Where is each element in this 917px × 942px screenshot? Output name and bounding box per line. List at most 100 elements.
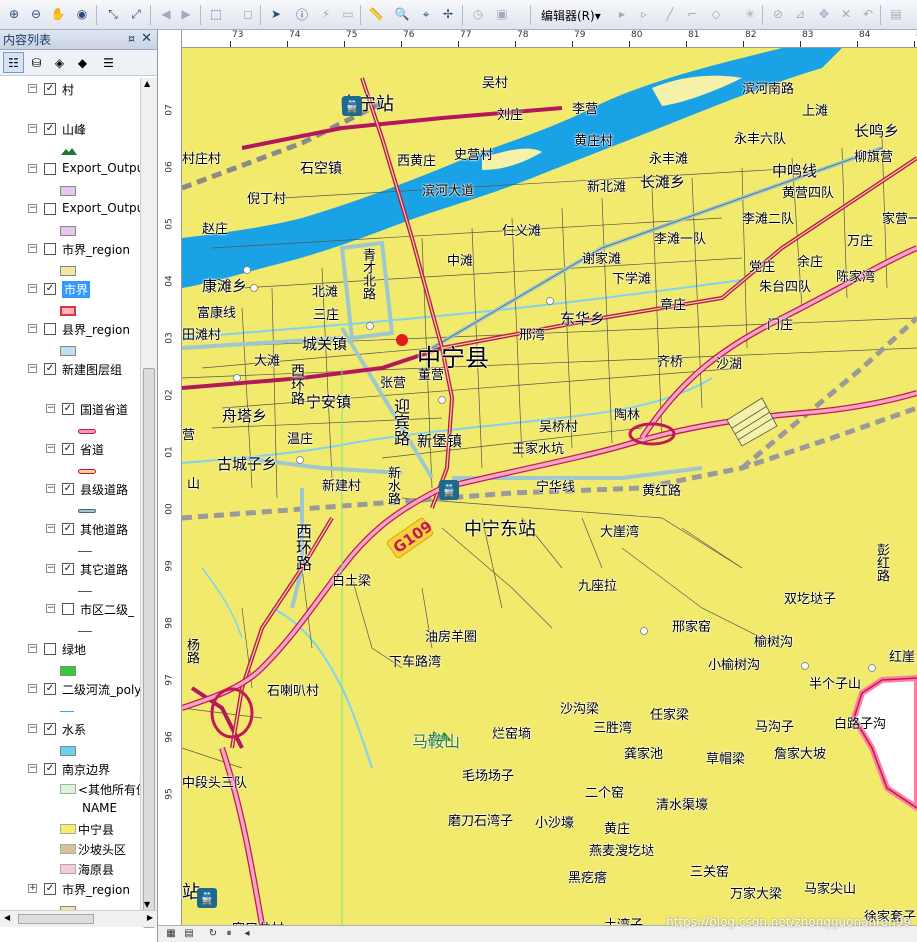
- collapse-icon[interactable]: −: [46, 564, 55, 573]
- collapse-icon[interactable]: −: [28, 644, 37, 653]
- edit-tool-icon[interactable]: ▸: [612, 4, 632, 24]
- refresh-icon[interactable]: ↻: [206, 927, 220, 941]
- map-canvas[interactable]: 中宁站 中宁县 中宁东站 马鞍山 石空镇 西黄庄 史营村 滨河大道 刘庄 李营 黄庄村 永丰六队 上滩长…: [182, 48, 917, 925]
- collapse-icon[interactable]: −: [46, 524, 55, 533]
- scroll-left-icon[interactable]: ◂: [240, 927, 254, 941]
- layer-visibility-checkbox[interactable]: ✓: [44, 83, 56, 95]
- hyperlink-icon[interactable]: ⚡: [316, 4, 336, 24]
- layer-name[interactable]: 村: [62, 81, 74, 98]
- layer-item[interactable]: − ✓ 市界: [0, 280, 140, 298]
- layer-visibility-checkbox[interactable]: ✓: [44, 683, 56, 695]
- collapse-icon[interactable]: −: [46, 404, 55, 413]
- collapse-icon[interactable]: −: [28, 84, 37, 93]
- collapse-icon[interactable]: −: [28, 724, 37, 733]
- layer-name[interactable]: 县界_region: [62, 321, 130, 338]
- pin-icon[interactable]: ¤: [128, 32, 135, 45]
- layer-visibility-checkbox[interactable]: ✓: [44, 363, 56, 375]
- layer-name[interactable]: 新建图层组: [62, 361, 122, 378]
- select-features-icon[interactable]: ⬚: [206, 4, 226, 24]
- layer-visibility-checkbox[interactable]: [44, 243, 56, 255]
- back-extent-icon[interactable]: ◀: [156, 4, 176, 24]
- layer-item[interactable]: − ✓ 其他道路: [0, 520, 140, 538]
- layer-name[interactable]: 市界: [62, 281, 91, 298]
- fixed-zoom-in-icon[interactable]: ⤡: [103, 4, 123, 24]
- straight-segment-icon[interactable]: ╱: [660, 4, 680, 24]
- layer-visibility-checkbox[interactable]: [44, 163, 56, 175]
- editor-menu[interactable]: 编辑器(R)▾: [541, 7, 601, 24]
- cut-icon[interactable]: ✕: [836, 4, 856, 24]
- full-extent-icon[interactable]: ◉: [72, 4, 92, 24]
- forward-extent-icon[interactable]: ▶: [176, 4, 196, 24]
- zoom-out-icon[interactable]: ⊖: [26, 4, 46, 24]
- collapse-icon[interactable]: −: [28, 284, 37, 293]
- clear-selection-icon[interactable]: ◻: [238, 4, 258, 24]
- layer-visibility-checkbox[interactable]: ✓: [44, 123, 56, 135]
- layer-name[interactable]: 水系: [62, 721, 86, 738]
- layer-visibility-checkbox[interactable]: ✓: [62, 483, 74, 495]
- layer-name[interactable]: 市界_region: [62, 241, 130, 258]
- layer-visibility-checkbox[interactable]: [62, 603, 74, 615]
- undo-icon[interactable]: ↶: [858, 4, 878, 24]
- collapse-icon[interactable]: −: [28, 684, 37, 693]
- close-icon[interactable]: ✕: [141, 31, 152, 46]
- collapse-icon[interactable]: −: [28, 124, 37, 133]
- collapse-icon[interactable]: −: [28, 244, 37, 253]
- find-route-icon[interactable]: ⌖: [416, 4, 436, 24]
- zoom-in-icon[interactable]: ⊕: [4, 4, 24, 24]
- layer-name[interactable]: Export_Outpu: [62, 161, 140, 175]
- layer-visibility-checkbox[interactable]: ✓: [44, 283, 56, 295]
- attributes-icon[interactable]: ▤: [886, 4, 906, 24]
- layer-visibility-checkbox[interactable]: ✓: [44, 723, 56, 735]
- list-by-drawing-order-icon[interactable]: ☷: [3, 52, 24, 73]
- layer-item[interactable]: − ✓ 山峰: [0, 120, 140, 138]
- select-elements-icon[interactable]: ➤: [266, 4, 286, 24]
- layer-visibility-checkbox[interactable]: [44, 203, 56, 215]
- measure-icon[interactable]: 📏: [366, 4, 386, 24]
- data-view-icon[interactable]: ▦: [164, 927, 178, 941]
- layer-name[interactable]: 县级道路: [80, 481, 128, 498]
- layer-item[interactable]: − 市区二级_: [0, 600, 140, 618]
- list-by-source-icon[interactable]: ⛁: [26, 52, 47, 73]
- layer-name[interactable]: 市界_region: [62, 881, 130, 898]
- layer-item[interactable]: − 绿地: [0, 640, 140, 658]
- layer-visibility-checkbox[interactable]: [44, 643, 56, 655]
- layer-name[interactable]: 南京边界: [62, 761, 110, 778]
- toc-vertical-scrollbar[interactable]: ▲ ▼: [140, 78, 157, 928]
- toc-horizontal-scrollbar[interactable]: ◀ ▶: [0, 910, 157, 927]
- find-icon[interactable]: 🔍: [392, 4, 412, 24]
- viewer-icon[interactable]: ▣: [492, 4, 512, 24]
- layer-item[interactable]: − 县界_region: [0, 320, 140, 338]
- layer-name[interactable]: 其他道路: [80, 521, 128, 538]
- pan-icon[interactable]: ✋: [48, 4, 68, 24]
- layer-name[interactable]: 市区二级_: [80, 601, 134, 618]
- layer-item[interactable]: − Export_Outpu: [0, 160, 140, 178]
- collapse-icon[interactable]: −: [28, 764, 37, 773]
- layer-name[interactable]: 其它道路: [80, 561, 128, 578]
- layer-visibility-checkbox[interactable]: ✓: [44, 883, 56, 895]
- layer-item[interactable]: − ✓ 国道省道: [0, 400, 140, 418]
- layer-item[interactable]: − ✓ 省道: [0, 440, 140, 458]
- scroll-thumb[interactable]: [143, 368, 155, 928]
- layer-item[interactable]: − 市界_region: [0, 240, 140, 258]
- collapse-icon[interactable]: −: [28, 364, 37, 373]
- fixed-zoom-out-icon[interactable]: ⤢: [126, 4, 146, 24]
- layer-item[interactable]: − ✓ 其它道路: [0, 560, 140, 578]
- pause-drawing-icon[interactable]: ⏸: [222, 927, 236, 941]
- layer-visibility-checkbox[interactable]: ✓: [62, 563, 74, 575]
- collapse-icon[interactable]: −: [28, 204, 37, 213]
- layer-name[interactable]: 二级河流_poly: [62, 681, 140, 698]
- reshape-icon[interactable]: ⊿: [790, 4, 810, 24]
- list-by-visibility-icon[interactable]: ◈: [49, 52, 70, 73]
- layer-visibility-checkbox[interactable]: ✓: [44, 763, 56, 775]
- layer-item[interactable]: − ✓ 新建图层组: [0, 360, 140, 378]
- identify-icon[interactable]: ⓘ: [292, 4, 312, 24]
- layer-name[interactable]: Export_Outpu: [62, 201, 140, 215]
- layer-name[interactable]: 绿地: [62, 641, 86, 658]
- layer-item[interactable]: − ✓ 县级道路: [0, 480, 140, 498]
- trace-icon[interactable]: ⌐: [682, 4, 702, 24]
- layout-view-icon[interactable]: ▤: [182, 927, 196, 941]
- split-icon[interactable]: ⊘: [768, 4, 788, 24]
- layer-item[interactable]: − ✓ 村: [0, 80, 140, 98]
- layer-item[interactable]: − ✓ 二级河流_poly: [0, 680, 140, 698]
- time-slider-icon[interactable]: ◷: [468, 4, 488, 24]
